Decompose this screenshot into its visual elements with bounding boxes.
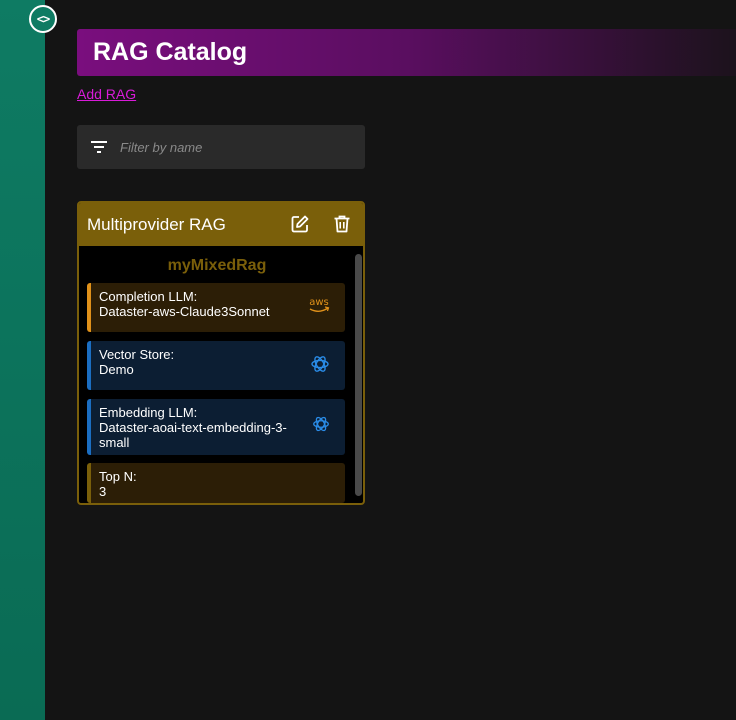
embedding-llm-item: Embedding LLM: Dataster-aoai-text-embedd… (87, 399, 345, 455)
openai-icon (313, 416, 329, 432)
card-title: Multiprovider RAG (87, 214, 226, 234)
add-rag-link[interactable]: Add RAG (77, 86, 136, 102)
filter-input[interactable] (118, 138, 342, 156)
scrollbar[interactable] (355, 254, 362, 496)
sidebar-toggle-button[interactable]: <> (29, 5, 57, 33)
openai-icon (311, 356, 329, 372)
completion-llm-item: Completion LLM: Dataster-aws-Claude3Sonn… (87, 283, 345, 332)
item-value: 3 (99, 484, 107, 499)
item-label: Top N: (99, 469, 137, 484)
delete-button[interactable] (331, 213, 353, 235)
page-header: RAG Catalog (77, 29, 736, 76)
top-n-item: Top N: 3 (87, 463, 345, 503)
svg-text:aws: aws (309, 297, 329, 308)
edit-icon (291, 215, 309, 233)
filter-icon (91, 141, 107, 153)
item-value: Demo (99, 362, 134, 377)
filter-box (77, 125, 365, 169)
edit-button[interactable] (289, 213, 311, 235)
code-brackets-icon: <> (36, 12, 50, 26)
item-value: Dataster-aws-Claude3Sonnet (99, 304, 270, 319)
rag-card: Multiprovider RAG myMixedRag Completion … (77, 201, 365, 505)
page-title: RAG Catalog (93, 38, 248, 66)
vector-store-item: Vector Store: Demo (87, 341, 345, 390)
sidebar: <> (0, 0, 57, 720)
item-label: Embedding LLM: (99, 405, 198, 420)
card-header: Multiprovider RAG (79, 203, 363, 246)
aws-icon: aws (309, 297, 330, 312)
trash-icon (334, 215, 350, 233)
rag-name: myMixedRag (167, 257, 267, 274)
item-value: Dataster-aoai-text-embedding-3-small (99, 420, 287, 450)
